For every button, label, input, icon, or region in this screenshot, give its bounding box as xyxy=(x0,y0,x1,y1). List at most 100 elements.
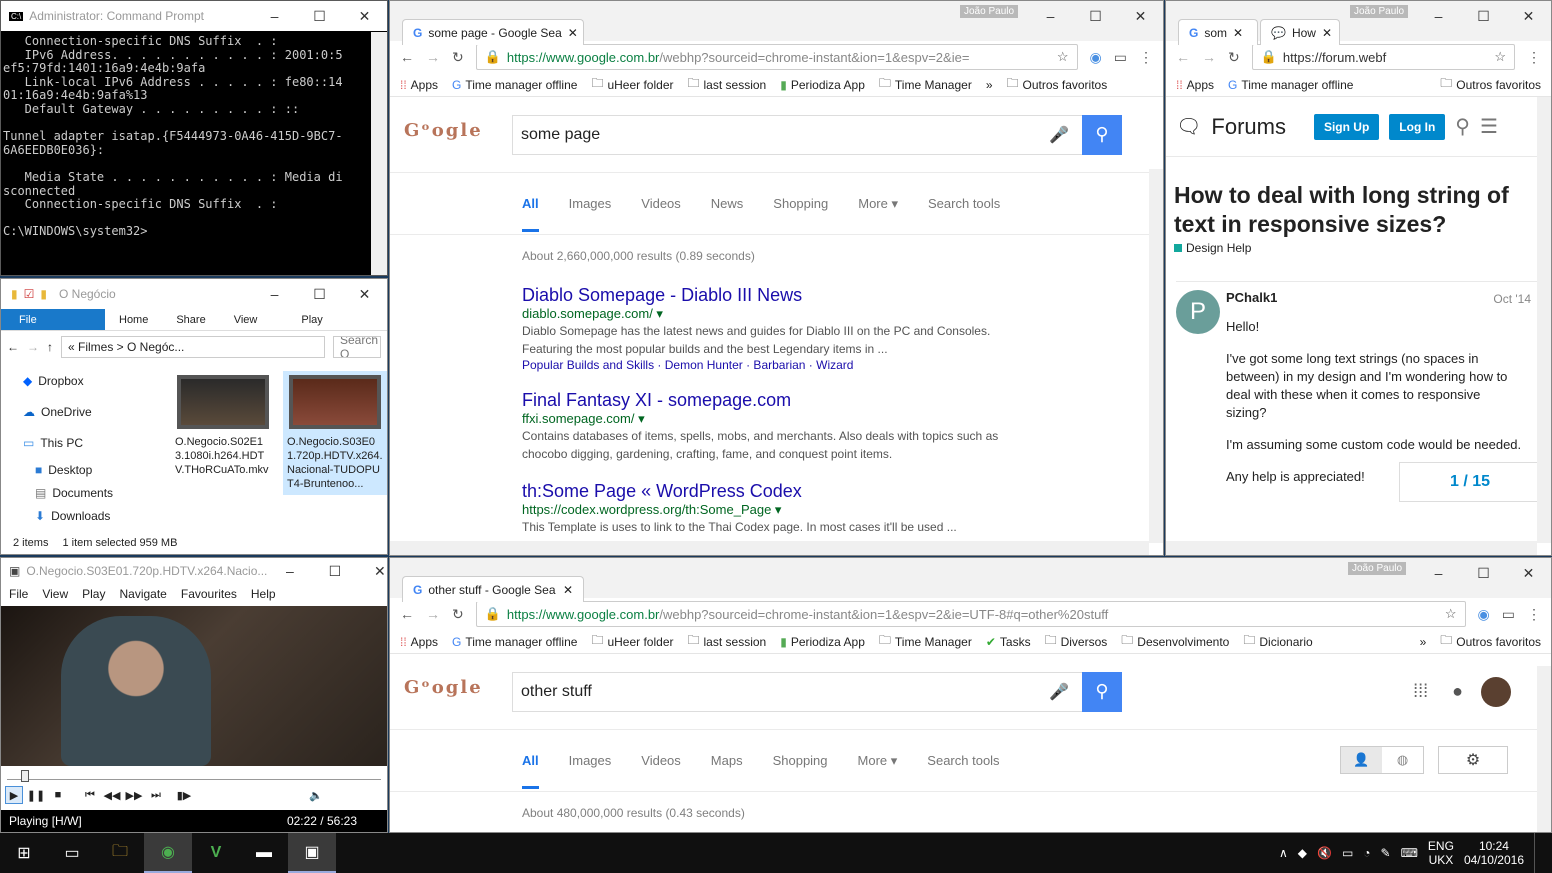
frame-step-icon[interactable]: ▮▶ xyxy=(175,786,193,804)
nav-item-downloads[interactable]: ⬇ Downloads xyxy=(1,504,151,527)
horizontal-scrollbar[interactable] xyxy=(390,541,1149,555)
notifications-icon[interactable]: ● xyxy=(1452,681,1463,702)
tab-shopping[interactable]: Shopping xyxy=(773,753,828,768)
tab-search-tools[interactable]: Search tools xyxy=(927,753,999,768)
tab-all[interactable]: All xyxy=(522,733,539,789)
vim-icon[interactable]: V xyxy=(192,833,240,873)
star-icon[interactable]: ☆ xyxy=(1494,49,1506,65)
post-pager[interactable]: 1 / 15 xyxy=(1399,462,1541,502)
nav-item-onedrive[interactable]: ☁ OneDrive xyxy=(1,396,151,427)
account-avatar[interactable] xyxy=(1481,676,1511,707)
nav-item-this-pc[interactable]: ▭ This PC xyxy=(1,427,151,458)
reload-icon[interactable]: ↻ xyxy=(452,606,464,623)
bookmark-desenvolvimento[interactable]: 🗀 Desenvolvimento xyxy=(1121,631,1229,652)
skip-back-icon[interactable]: ⏮ xyxy=(81,786,99,804)
person-icon[interactable]: 👤 xyxy=(1341,747,1382,773)
avatar[interactable]: P xyxy=(1176,290,1220,334)
address-bar[interactable]: 🔒 https://forum.webf ☆ xyxy=(1251,44,1515,70)
result-title[interactable]: Diablo Somepage - Diablo III News xyxy=(522,285,1030,306)
close-button[interactable]: ✕ xyxy=(342,279,387,309)
menu-favourites[interactable]: Favourites xyxy=(181,587,237,601)
apps-grid-icon[interactable]: ⁞⁞⁞ xyxy=(1413,681,1428,702)
bookmark-time-manager-offline[interactable]: G Time manager offline xyxy=(1228,78,1353,92)
bookmark-other-favorites[interactable]: 🗀 Outros favoritos xyxy=(1007,74,1108,95)
search-button[interactable]: ⚲ xyxy=(1082,671,1122,712)
tab-news[interactable]: News xyxy=(711,196,744,211)
tab-more[interactable]: More ▾ xyxy=(858,196,898,212)
bookmark-last-session[interactable]: 🗀 last session xyxy=(688,74,767,95)
microphone-icon[interactable]: 🎤 xyxy=(1049,682,1069,702)
globe-icon[interactable]: ◍ xyxy=(1382,747,1423,773)
vertical-scrollbar[interactable] xyxy=(1537,97,1551,543)
video-frame[interactable] xyxy=(1,606,387,766)
vertical-scrollbar[interactable] xyxy=(1537,666,1551,832)
minimize-button[interactable]: – xyxy=(252,279,297,309)
chrome-window-forum[interactable]: Gsom ✕ 💬 How ✕ João Paulo – ☐ ✕ ← → ↻ 🔒 https://… xyxy=(1165,0,1552,556)
media-player-window[interactable]: ▣ O.Negocio.S03E01.720p.HDTV.x264.Nacio.… xyxy=(0,557,388,833)
bookmark-other-favorites[interactable]: 🗀 Outros favoritos xyxy=(1440,631,1541,652)
forward-icon[interactable]: → xyxy=(426,49,440,65)
seek-bar[interactable] xyxy=(7,770,381,782)
close-tab-icon[interactable]: ✕ xyxy=(1233,26,1243,40)
start-windows-icon[interactable]: ⊞ xyxy=(0,833,48,873)
bookmark-uheer-folder[interactable]: 🗀 uHeer folder xyxy=(591,74,673,95)
bookmark-apps[interactable]: ⁞⁞ Apps xyxy=(400,78,438,92)
star-icon[interactable]: ☆ xyxy=(1445,606,1457,622)
bookmark-apps[interactable]: ⁞⁞ Apps xyxy=(1176,78,1214,92)
horizontal-scrollbar[interactable] xyxy=(1166,541,1537,555)
ribbon-tab-home[interactable]: Home xyxy=(105,314,162,326)
tab-maps[interactable]: Maps xyxy=(711,753,743,768)
menu-view[interactable]: View xyxy=(42,587,68,601)
post-date[interactable]: Oct '14 xyxy=(1493,292,1531,306)
menu-icon[interactable]: ⋮ xyxy=(1139,49,1153,66)
maximize-button[interactable]: ☐ xyxy=(1461,1,1506,31)
chrome-window-other[interactable]: Gother stuff - Google Sea ✕ João Paulo – ☐… xyxy=(389,557,1552,833)
result-sitelinks[interactable]: Popular Builds and Skills · Demon Hunter… xyxy=(522,358,1030,372)
log-in-button[interactable]: Log In xyxy=(1389,113,1446,140)
bookmark-apps[interactable]: ⁞⁞ Apps xyxy=(400,635,438,649)
maximize-button[interactable]: ☐ xyxy=(312,558,357,584)
file-item-selected[interactable]: O.Negocio.S03E01.720p.HDTV.x264.Nacional… xyxy=(283,371,387,495)
extension-icon[interactable]: ◉ xyxy=(1090,49,1102,66)
back-icon[interactable]: ← xyxy=(7,340,19,354)
overflow-chevron[interactable]: » xyxy=(1420,635,1427,649)
rewind-icon[interactable]: ◀◀ xyxy=(103,786,121,804)
result-url[interactable]: diablo.somepage.com/ ▾ xyxy=(522,306,1030,322)
nav-item-documents[interactable]: ▤ Documents xyxy=(1,481,151,504)
overflow-chevron[interactable]: » xyxy=(986,78,993,92)
close-button[interactable]: ✕ xyxy=(1506,558,1551,588)
bookmark-tasks[interactable]: ✔ Tasks xyxy=(986,635,1031,649)
reload-icon[interactable]: ↻ xyxy=(452,49,464,66)
play-icon[interactable]: ▶ xyxy=(5,786,23,804)
maximize-button[interactable]: ☐ xyxy=(1461,558,1506,588)
bookmark-last-session[interactable]: 🗀 last session xyxy=(688,631,767,652)
minimize-button[interactable]: – xyxy=(252,1,297,31)
back-icon[interactable]: ← xyxy=(1176,49,1190,65)
close-button[interactable]: ✕ xyxy=(357,558,387,584)
tab-images[interactable]: Images xyxy=(569,196,612,211)
ribbon-tab-share[interactable]: Share xyxy=(162,314,219,326)
bookmark-periodiza-app[interactable]: ▮ Periodiza App xyxy=(780,78,865,92)
result-title[interactable]: Final Fantasy XI - somepage.com xyxy=(522,390,1030,411)
bookmark-other-favorites[interactable]: 🗀 Outros favoritos xyxy=(1440,74,1541,95)
maximize-button[interactable]: ☐ xyxy=(1073,1,1118,31)
close-tab-icon[interactable]: ✕ xyxy=(568,26,578,40)
bookmark-time-manager[interactable]: 🗀 Time Manager xyxy=(879,631,972,652)
browser-tab[interactable]: Gother stuff - Google Sea ✕ xyxy=(402,576,584,602)
bookmark-diversos[interactable]: 🗀 Diversos xyxy=(1045,631,1108,652)
back-icon[interactable]: ← xyxy=(400,49,414,65)
hamburger-icon[interactable]: ☰ xyxy=(1480,114,1498,139)
up-icon[interactable]: ↑ xyxy=(47,340,53,354)
result-url[interactable]: ffxi.somepage.com/ ▾ xyxy=(522,411,1030,427)
profile-badge[interactable]: João Paulo xyxy=(1350,5,1409,18)
tab-shopping[interactable]: Shopping xyxy=(773,196,828,211)
file-explorer-window[interactable]: ▮ ☑ ▮ O Negócio – ☐ ✕ File Home Share View… xyxy=(0,278,388,555)
tab-more[interactable]: More ▾ xyxy=(858,753,898,769)
bookmark-time-manager[interactable]: 🗀 Time Manager xyxy=(879,74,972,95)
keyboard-icon[interactable]: ⌨ xyxy=(1401,846,1418,860)
bookmark-dicionario[interactable]: 🗀 Dicionario xyxy=(1243,631,1312,652)
search-input[interactable]: Search O xyxy=(333,336,381,358)
battery-icon[interactable]: ▭ xyxy=(1342,846,1353,860)
close-button[interactable]: ✕ xyxy=(342,1,387,31)
minimize-button[interactable]: – xyxy=(1416,1,1461,31)
